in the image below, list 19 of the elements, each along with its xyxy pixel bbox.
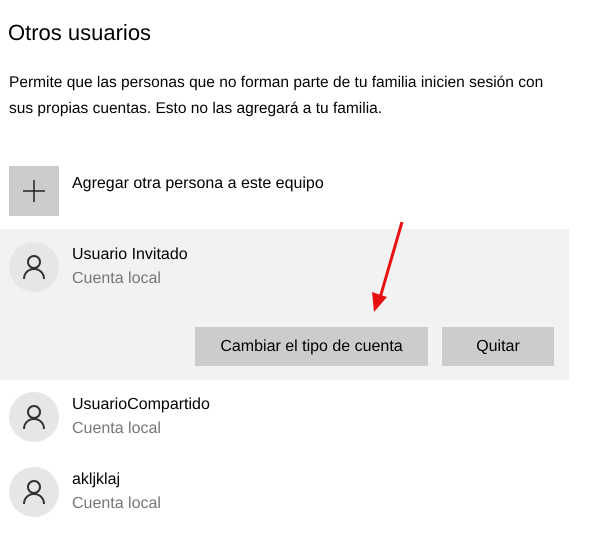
plus-icon <box>23 180 45 202</box>
account-type: Cuenta local <box>72 269 162 289</box>
description-text: Permite que las personas que no forman parte de tu familia inicien sesión con sus propias cuentas. Esto no las agregará a tu familia. <box>9 73 544 119</box>
avatar-icon <box>9 392 59 442</box>
account-type: Cuenta local <box>72 494 161 514</box>
page-title: Otros usuarios <box>8 19 152 47</box>
avatar-icon <box>9 467 59 517</box>
avatar-icon <box>9 242 59 292</box>
user-name: Usuario Invitado <box>72 245 188 265</box>
user-name: UsuarioCompartido <box>72 395 210 415</box>
account-action-button[interactable]: Cambiar el tipo de cuenta <box>195 327 428 366</box>
account-action-button[interactable]: Quitar <box>442 327 554 366</box>
user-row[interactable]: Usuario Invitado Cuenta local Cambiar el tipo de cuenta Quitar <box>0 229 569 380</box>
user-name: akljklaj <box>72 470 122 490</box>
user-row[interactable]: UsuarioCompartido Cuenta local <box>0 381 569 456</box>
add-person-label[interactable]: Agregar otra persona a este equipo <box>72 172 324 196</box>
account-type: Cuenta local <box>72 419 162 439</box>
user-row[interactable]: akljklaj Cuenta local <box>0 456 569 531</box>
add-person-button[interactable] <box>9 166 59 216</box>
